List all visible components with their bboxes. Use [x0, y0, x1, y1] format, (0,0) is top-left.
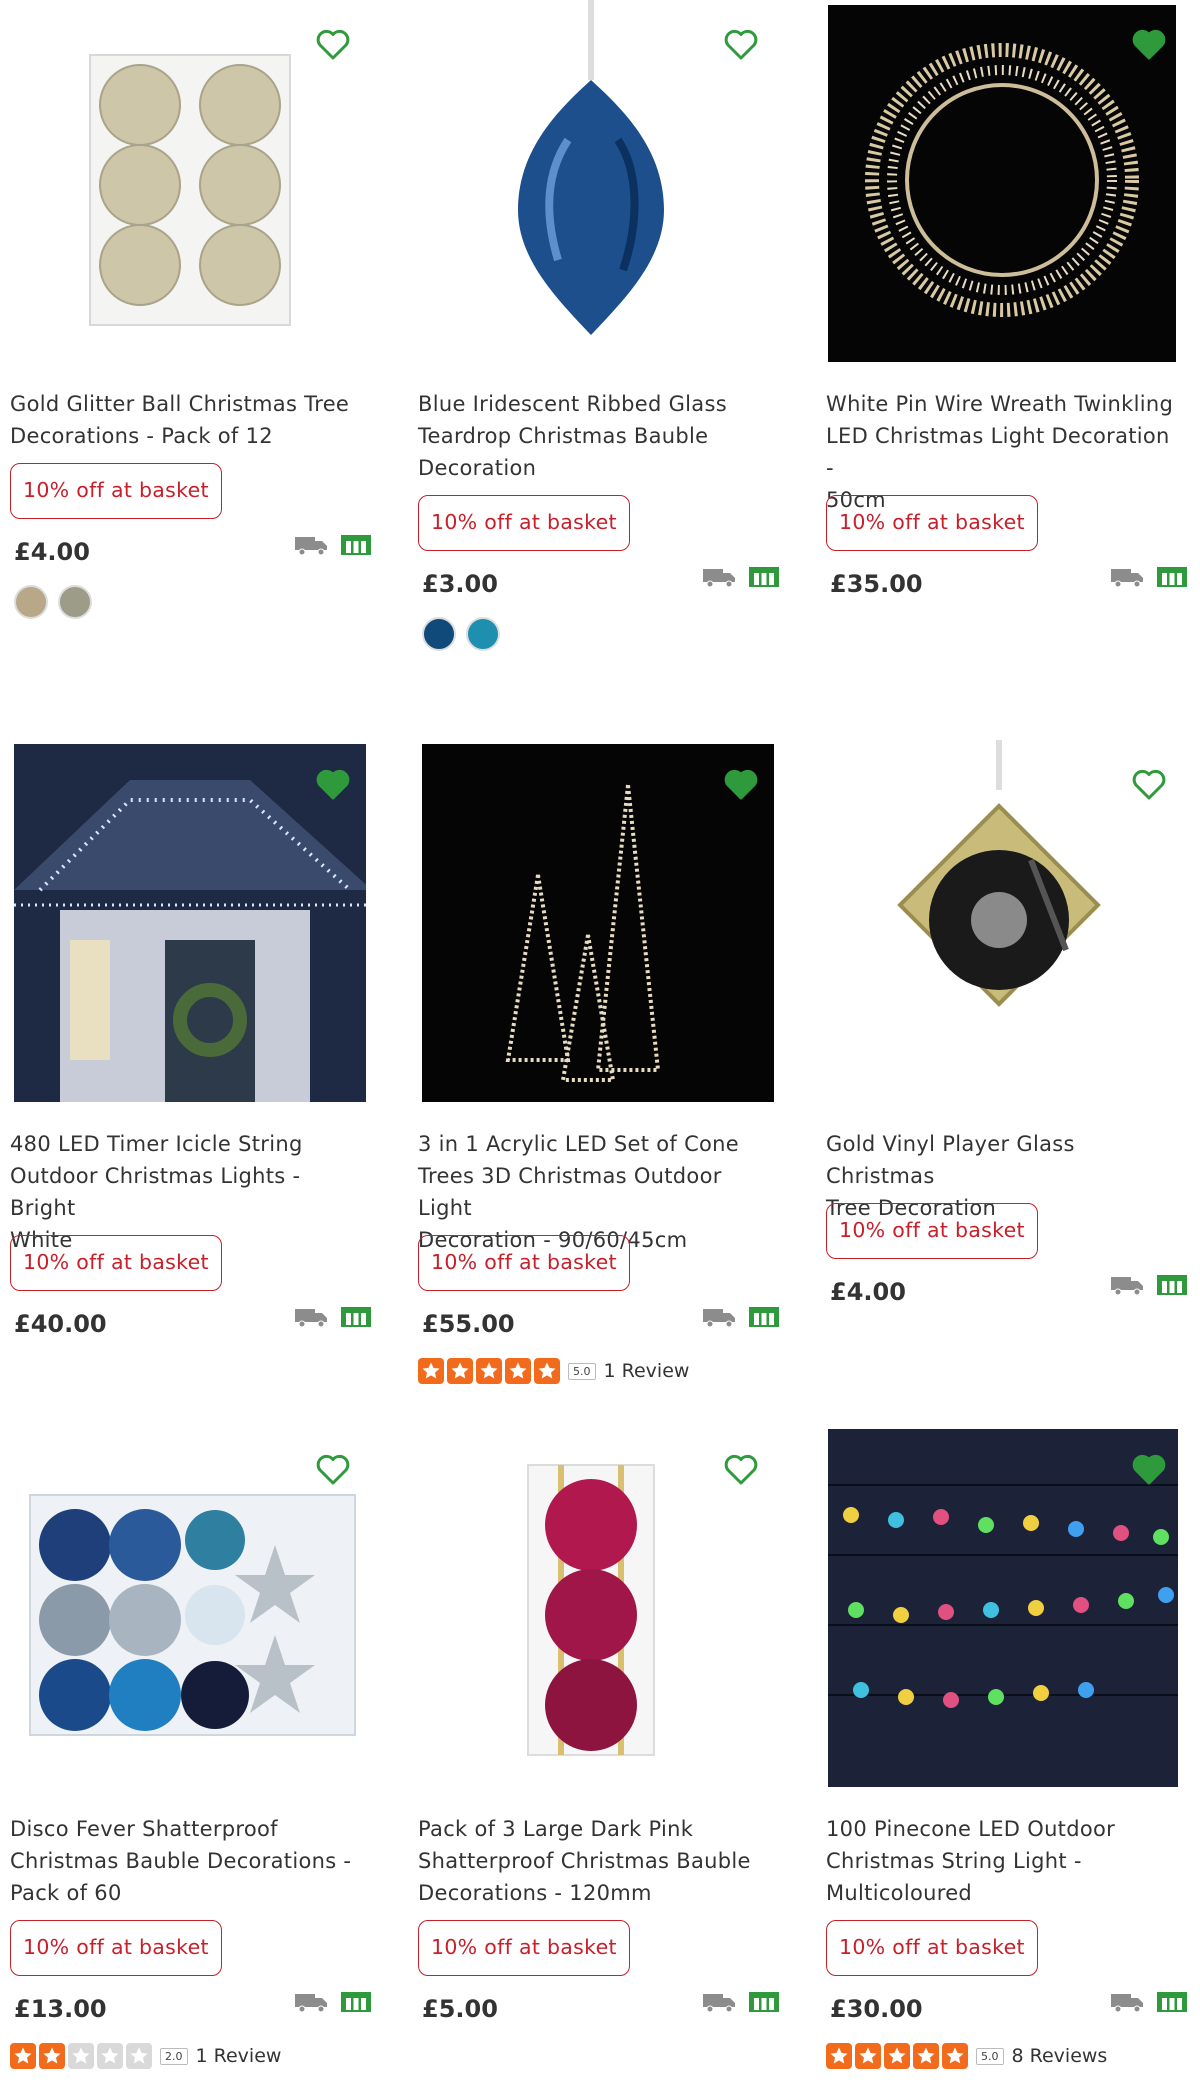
click-and-collect-icon: [340, 1306, 372, 1328]
star-icon: [942, 2043, 968, 2069]
delivery-van-icon: [294, 1991, 328, 2013]
price: £55.00: [422, 1310, 515, 1338]
delivery-van-icon: [702, 566, 736, 588]
promo-badge: 10% off at basket: [826, 495, 1038, 551]
price: £4.00: [830, 1278, 906, 1306]
product-title[interactable]: 100 Pinecone LED Outdoor Christmas Strin…: [826, 1813, 1178, 1909]
product-image[interactable]: [816, 740, 1182, 1102]
delivery-van-icon: [1110, 1991, 1144, 2013]
favourite-heart-icon[interactable]: [313, 765, 353, 805]
promo-badge: 10% off at basket: [418, 495, 630, 551]
favourite-heart-icon[interactable]: [313, 25, 353, 65]
star-rating: [418, 1358, 560, 1384]
delivery-van-icon: [702, 1991, 736, 2013]
product-title[interactable]: Pack of 3 Large Dark Pink Shatterproof C…: [418, 1813, 770, 1909]
star-icon: [10, 2043, 36, 2069]
colour-swatch[interactable]: [58, 585, 92, 619]
click-and-collect-icon: [748, 1306, 780, 1328]
colour-swatches: [422, 617, 500, 651]
delivery-van-icon: [294, 1306, 328, 1328]
review-count[interactable]: 1 Review: [604, 1360, 690, 1382]
star-icon: [447, 1358, 473, 1384]
price: £40.00: [14, 1310, 107, 1338]
star-icon: [126, 2043, 152, 2069]
delivery-van-icon: [294, 534, 328, 556]
star-icon: [826, 2043, 852, 2069]
product-image[interactable]: [0, 0, 366, 362]
star-icon: [39, 2043, 65, 2069]
colour-swatch[interactable]: [422, 617, 456, 651]
product-title[interactable]: Gold Glitter Ball Christmas Tree Decorat…: [10, 388, 362, 452]
colour-swatches: [14, 585, 92, 619]
price: £3.00: [422, 570, 498, 598]
price: £4.00: [14, 538, 90, 566]
product-image[interactable]: [0, 1425, 366, 1787]
product-title[interactable]: Disco Fever Shatterproof Christmas Baubl…: [10, 1813, 362, 1909]
product-image[interactable]: [816, 0, 1182, 362]
rating-score: 5.0: [568, 1362, 596, 1380]
product-title[interactable]: Blue Iridescent Ribbed Glass Teardrop Ch…: [418, 388, 770, 484]
star-icon: [855, 2043, 881, 2069]
favourite-heart-icon[interactable]: [1129, 1450, 1169, 1490]
star-icon: [476, 1358, 502, 1384]
review-count[interactable]: 8 Reviews: [1012, 2045, 1108, 2067]
star-icon: [418, 1358, 444, 1384]
delivery-van-icon: [702, 1306, 736, 1328]
favourite-heart-icon[interactable]: [721, 1450, 761, 1490]
star-icon: [97, 2043, 123, 2069]
rating-score: 5.0: [976, 2047, 1004, 2065]
product-rating[interactable]: 5.0 8 Reviews: [826, 2043, 1107, 2069]
product-image[interactable]: [408, 1425, 774, 1787]
price: £30.00: [830, 1995, 923, 2023]
star-icon: [884, 2043, 910, 2069]
favourite-heart-icon[interactable]: [1129, 25, 1169, 65]
favourite-heart-icon[interactable]: [313, 1450, 353, 1490]
product-image[interactable]: [816, 1425, 1182, 1787]
click-and-collect-icon: [1156, 566, 1188, 588]
click-and-collect-icon: [1156, 1991, 1188, 2013]
favourite-heart-icon[interactable]: [1129, 765, 1169, 805]
favourite-heart-icon[interactable]: [721, 765, 761, 805]
click-and-collect-icon: [748, 1991, 780, 2013]
promo-badge: 10% off at basket: [418, 1235, 630, 1291]
promo-badge: 10% off at basket: [826, 1920, 1038, 1976]
click-and-collect-icon: [748, 566, 780, 588]
favourite-heart-icon[interactable]: [721, 25, 761, 65]
click-and-collect-icon: [1156, 1274, 1188, 1296]
promo-badge: 10% off at basket: [418, 1920, 630, 1976]
product-image[interactable]: [0, 740, 366, 1102]
promo-badge: 10% off at basket: [10, 1235, 222, 1291]
product-rating[interactable]: 2.0 1 Review: [10, 2043, 281, 2069]
promo-badge: 10% off at basket: [10, 1920, 222, 1976]
star-icon: [68, 2043, 94, 2069]
review-count[interactable]: 1 Review: [196, 2045, 282, 2067]
price: £5.00: [422, 1995, 498, 2023]
delivery-van-icon: [1110, 566, 1144, 588]
colour-swatch[interactable]: [466, 617, 500, 651]
star-icon: [505, 1358, 531, 1384]
price: £13.00: [14, 1995, 107, 2023]
product-image[interactable]: [408, 740, 774, 1102]
star-rating: [10, 2043, 152, 2069]
star-rating: [826, 2043, 968, 2069]
promo-badge: 10% off at basket: [10, 463, 222, 519]
star-icon: [534, 1358, 560, 1384]
click-and-collect-icon: [340, 1991, 372, 2013]
click-and-collect-icon: [340, 534, 372, 556]
delivery-van-icon: [1110, 1274, 1144, 1296]
product-rating[interactable]: 5.0 1 Review: [418, 1358, 689, 1384]
promo-badge: 10% off at basket: [826, 1203, 1038, 1259]
rating-score: 2.0: [160, 2047, 188, 2065]
star-icon: [913, 2043, 939, 2069]
product-image[interactable]: [408, 0, 774, 362]
colour-swatch[interactable]: [14, 585, 48, 619]
price: £35.00: [830, 570, 923, 598]
